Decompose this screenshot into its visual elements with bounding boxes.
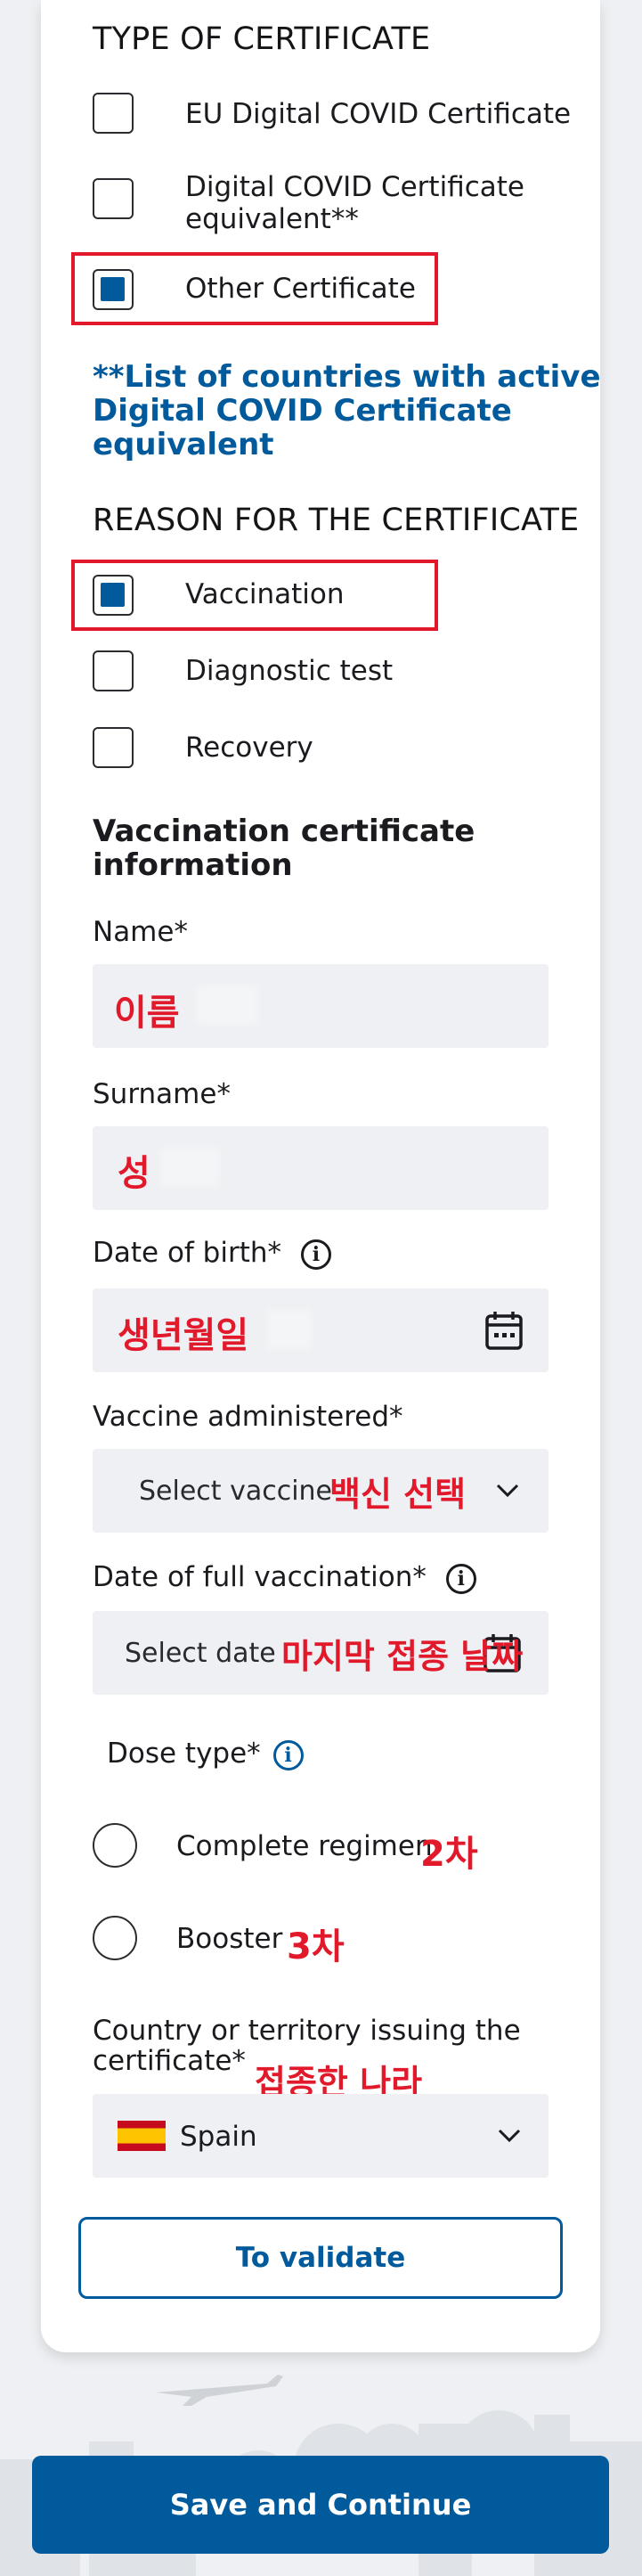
name-annotation: 이름	[114, 993, 180, 1034]
vaccine-placeholder: Select vaccine	[139, 1476, 333, 1507]
dose-type-label: Dose type* i	[107, 1738, 304, 1770]
checkbox-other-certificate[interactable]	[93, 269, 134, 310]
dob-redaction	[267, 1310, 312, 1349]
dob-annotation: 생년월일	[118, 1315, 249, 1356]
chevron-down-icon[interactable]	[497, 2128, 522, 2144]
full-vaccination-placeholder: Select date	[125, 1638, 276, 1669]
surname-redaction	[160, 1148, 219, 1187]
info-icon[interactable]: i	[272, 1739, 304, 1770]
type-section-title: TYPE OF CERTIFICATE	[93, 21, 431, 57]
checkbox-diagnostic-test[interactable]	[93, 650, 134, 691]
radio-booster[interactable]	[93, 1916, 137, 1960]
label-complete-regimen: Complete regimen	[176, 1830, 433, 1862]
save-continue-button[interactable]: Save and Continue	[32, 2456, 609, 2554]
label-recovery: Recovery	[185, 732, 313, 764]
info-icon[interactable]: i	[445, 1563, 476, 1594]
country-value: Spain	[180, 2121, 257, 2153]
vaccination-info-title: Vaccination certificate information	[93, 814, 475, 883]
dob-label: Date of birth* i	[93, 1237, 331, 1270]
complete-regimen-annotation: 2차	[420, 1834, 478, 1875]
name-redaction	[196, 985, 258, 1025]
radio-complete-regimen[interactable]	[93, 1823, 137, 1868]
label-eu-digital: EU Digital COVID Certificate	[185, 98, 572, 130]
info-icon[interactable]: i	[300, 1239, 331, 1270]
countries-list-link[interactable]: **List of countries with active Digital …	[93, 360, 601, 462]
label-booster: Booster	[176, 1923, 283, 1955]
dob-label-text: Date of birth*	[93, 1237, 282, 1269]
checkbox-vaccination[interactable]	[93, 575, 134, 616]
checkbox-recovery[interactable]	[93, 727, 134, 768]
full-vaccination-label-text: Date of full vaccination*	[93, 1561, 427, 1593]
vaccine-annotation: 백신 선택	[329, 1475, 467, 1514]
airplane-icon	[156, 2375, 283, 2406]
full-vaccination-annotation: 마지막 접종 날짜	[281, 1637, 524, 1676]
full-vaccination-label: Date of full vaccination* i	[93, 1561, 476, 1594]
surname-label: Surname*	[93, 1078, 231, 1110]
spain-flag-icon	[118, 2121, 166, 2151]
checkbox-digital-equivalent[interactable]	[93, 178, 134, 219]
calendar-icon[interactable]	[484, 1310, 524, 1351]
name-label: Name*	[93, 916, 188, 948]
label-vaccination: Vaccination	[185, 578, 345, 610]
chevron-down-icon[interactable]	[495, 1483, 520, 1499]
validate-button[interactable]: To validate	[78, 2217, 563, 2299]
label-digital-equivalent: Digital COVID Certificate equivalent**	[185, 171, 524, 235]
label-other-certificate: Other Certificate	[185, 273, 416, 305]
label-diagnostic-test: Diagnostic test	[185, 655, 394, 687]
reason-section-title: REASON FOR THE CERTIFICATE	[93, 503, 580, 538]
surname-annotation: 성	[118, 1153, 150, 1194]
booster-annotation: 3차	[287, 1926, 345, 1967]
vaccine-label: Vaccine administered*	[93, 1401, 403, 1433]
dose-type-label-text: Dose type*	[107, 1738, 261, 1770]
checkbox-eu-digital[interactable]	[93, 93, 134, 134]
